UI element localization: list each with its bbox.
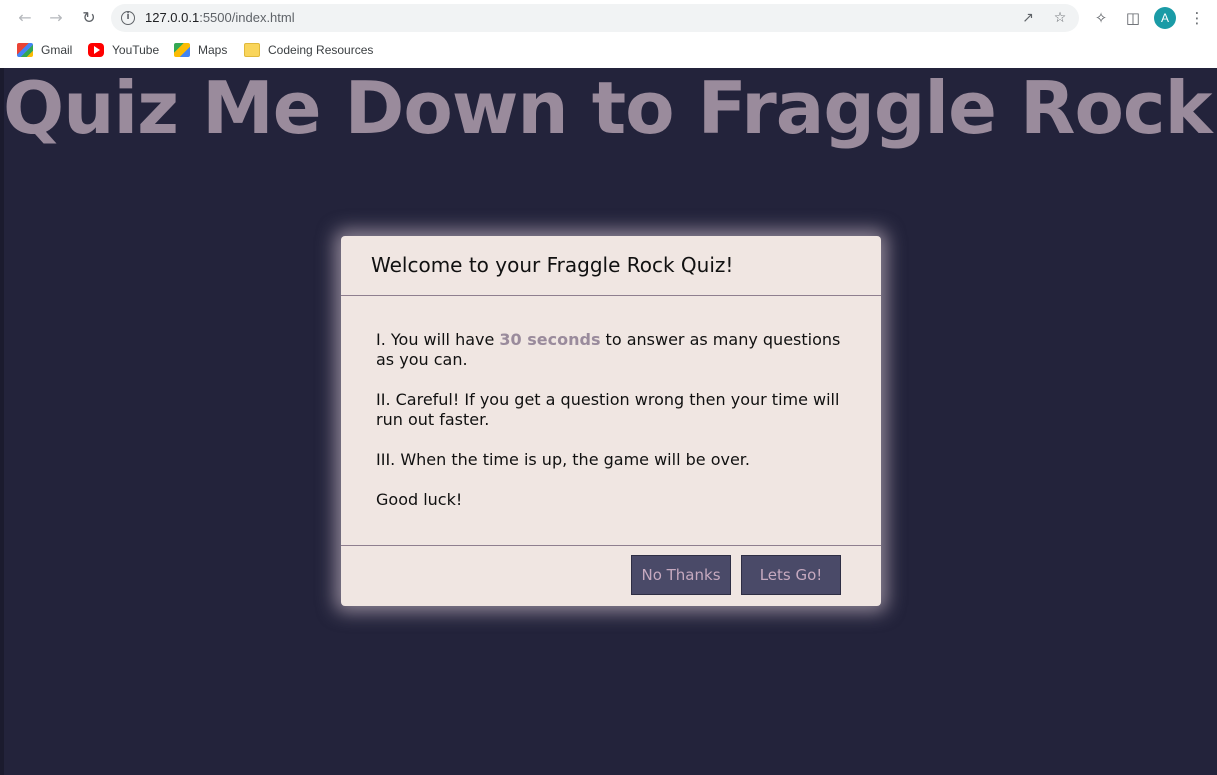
- url-path: :5500/index.html: [199, 10, 295, 25]
- lets-go-button[interactable]: Lets Go!: [741, 555, 841, 595]
- folder-icon: [244, 43, 260, 57]
- modal-footer: No Thanks Lets Go!: [341, 546, 881, 605]
- modal-header: Welcome to your Fraggle Rock Quiz!: [341, 236, 881, 296]
- bookmark-label: Gmail: [41, 43, 73, 57]
- page-title: Quiz Me Down to Fraggle Rock: [3, 68, 1212, 150]
- bookmark-label: Codeing Resources: [268, 43, 374, 57]
- browser-chrome: ← → ↻ i 127.0.0.1:5500/index.html ↗ ☆ ✧ …: [0, 0, 1217, 68]
- gmail-icon: [17, 43, 33, 57]
- bookmark-youtube[interactable]: YouTube: [88, 40, 159, 60]
- page-viewport: Quiz Me Down to Fraggle Rock Welcome to …: [0, 68, 1217, 775]
- url-text[interactable]: 127.0.0.1:5500/index.html: [145, 10, 295, 25]
- bookmarks-bar: Gmail YouTube Maps Codeing Resources: [0, 38, 1217, 62]
- bookmark-label: Maps: [198, 43, 228, 57]
- share-icon[interactable]: ↗: [1018, 8, 1038, 28]
- bookmark-codeing-resources[interactable]: Codeing Resources: [244, 40, 373, 60]
- modal-title: Welcome to your Fraggle Rock Quiz!: [371, 253, 734, 277]
- modal-body: I. You will have 30 seconds to answer as…: [341, 296, 881, 546]
- menu-icon[interactable]: ⋮: [1186, 7, 1208, 29]
- closing-text: Good luck!: [376, 490, 463, 509]
- avatar[interactable]: A: [1154, 7, 1176, 29]
- youtube-icon: [88, 43, 104, 57]
- star-icon[interactable]: ☆: [1050, 8, 1070, 28]
- rule-game-over: III. When the time is up, the game will …: [376, 450, 750, 469]
- rule1-prefix: I. You will have: [376, 330, 500, 349]
- back-icon[interactable]: ←: [14, 7, 36, 29]
- rule-time-limit: I. You will have 30 seconds to answer as…: [376, 330, 846, 370]
- address-bar[interactable]: i 127.0.0.1:5500/index.html ↗ ☆: [111, 4, 1079, 32]
- extensions-icon[interactable]: ✧: [1090, 7, 1112, 29]
- welcome-modal: Welcome to your Fraggle Rock Quiz! I. Yo…: [341, 236, 881, 606]
- forward-icon[interactable]: →: [45, 7, 67, 29]
- url-host: 127.0.0.1: [145, 10, 200, 25]
- info-icon[interactable]: i: [121, 11, 135, 25]
- bookmark-label: YouTube: [112, 43, 160, 57]
- bookmark-gmail[interactable]: Gmail: [17, 40, 72, 60]
- left-edge-strip: [0, 68, 4, 775]
- sidepanel-icon[interactable]: ◫: [1122, 7, 1144, 29]
- no-thanks-button[interactable]: No Thanks: [631, 555, 731, 595]
- browser-toolbar: ← → ↻ i 127.0.0.1:5500/index.html ↗ ☆ ✧ …: [0, 0, 1217, 36]
- rule-wrong-answer: II. Careful! If you get a question wrong…: [376, 390, 840, 429]
- reload-icon[interactable]: ↻: [78, 7, 100, 29]
- time-limit-highlight: 30 seconds: [499, 330, 601, 349]
- maps-icon: [174, 43, 190, 57]
- bookmark-maps[interactable]: Maps: [174, 40, 227, 60]
